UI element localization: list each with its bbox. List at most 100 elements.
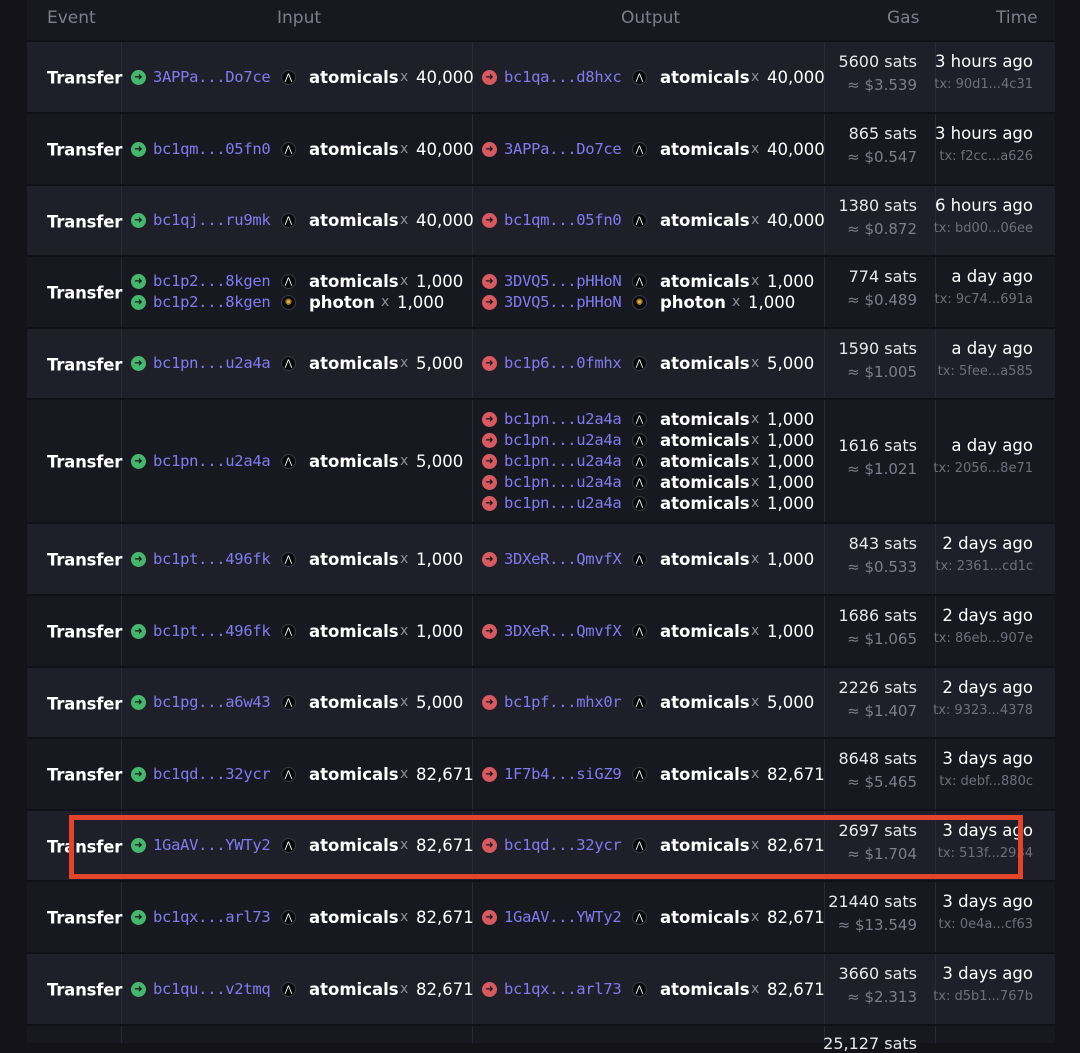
token-name[interactable]: photon <box>660 293 726 312</box>
tx-hash-link[interactable]: tx: 2361...cd1c <box>913 559 1033 574</box>
address-link[interactable]: 3DXeR...QmvfX <box>504 550 622 568</box>
event-type: Transfer <box>47 355 123 374</box>
address-link[interactable]: bc1qm...05fn0 <box>504 211 622 229</box>
address-link[interactable]: bc1qm...05fn0 <box>153 140 271 158</box>
gas-sats: 8648 sats <box>838 749 917 768</box>
tx-hash-link[interactable]: tx: d5b1...767b <box>913 989 1033 1004</box>
token-name[interactable]: atomicals <box>660 211 750 230</box>
token-name[interactable]: atomicals <box>660 494 750 513</box>
table-row[interactable]: Transfer ➜ bc1qx...arl73 ⋀ atomicals x 82,671 ➜… <box>27 880 1055 954</box>
gas-sats: 1686 sats <box>838 606 917 625</box>
address-link[interactable]: bc1pt...496fk <box>153 550 271 568</box>
tx-hash-link[interactable]: tx: debf...880c <box>913 774 1033 789</box>
tx-hash-link[interactable]: tx: 0e4a...cf63 <box>913 917 1033 932</box>
table-row[interactable]: Transfer ➜ bc1qj...ru9mk ⋀ atomicals x 40,000 ➜… <box>27 184 1055 257</box>
table-row[interactable]: Transfer ➜ bc1pt...496fk ⋀ atomicals x 1,000 ➜ 3… <box>27 522 1055 596</box>
table-row[interactable]: Transfer ➜ bc1qu...v2tmq ⋀ atomicals x 82,671 ➜… <box>27 952 1055 1026</box>
address-link[interactable]: bc1qx...arl73 <box>153 908 271 926</box>
address-link[interactable]: bc1qj...ru9mk <box>153 211 271 229</box>
table-row[interactable]: Transfer ➜ bc1qd...32ycr ⋀ atomicals x 82,671 ➜… <box>27 737 1055 811</box>
atomicals-logo-icon: ⋀ <box>281 982 296 997</box>
token-name[interactable]: atomicals <box>309 693 399 712</box>
multiplier-x: x <box>751 141 760 157</box>
token-name[interactable]: atomicals <box>309 550 399 569</box>
address-link[interactable]: bc1qd...32ycr <box>153 765 271 783</box>
column-divider <box>935 1026 936 1043</box>
address-link[interactable]: 3DVQ5...pHHoN <box>504 272 622 290</box>
token-name[interactable]: atomicals <box>660 410 750 429</box>
address-link[interactable]: 3APPa...Do7ce <box>153 68 271 86</box>
token-name[interactable]: atomicals <box>660 431 750 450</box>
atomicals-logo-icon: ⋀ <box>281 274 296 289</box>
address-link[interactable]: bc1pn...u2a4a <box>504 431 622 449</box>
address-link[interactable]: bc1p2...8kgen <box>153 272 271 290</box>
tx-hash-link[interactable]: tx: 5fee...a585 <box>913 364 1033 379</box>
address-link[interactable]: bc1pg...a6w43 <box>153 693 271 711</box>
gas-sats: 1590 sats <box>838 339 917 358</box>
tx-hash-link[interactable]: tx: f2cc...a626 <box>913 149 1033 164</box>
address-link[interactable]: 3DVQ5...pHHoN <box>504 293 622 311</box>
address-link[interactable]: bc1p6...0fmhx <box>504 354 622 372</box>
token-name[interactable]: atomicals <box>309 68 399 87</box>
token-name[interactable]: atomicals <box>660 354 750 373</box>
address-link[interactable]: bc1qu...v2tmq <box>153 980 271 998</box>
token-name[interactable]: atomicals <box>660 622 750 641</box>
table-row[interactable]: Transfer ➜ bc1pn...u2a4a ⋀ atomicals x 5,000 ➜ b… <box>27 398 1055 524</box>
token-name[interactable]: photon <box>309 293 375 312</box>
token-name[interactable]: atomicals <box>660 550 750 569</box>
token-name[interactable]: atomicals <box>660 140 750 159</box>
token-name[interactable]: atomicals <box>660 452 750 471</box>
token-name[interactable]: atomicals <box>309 211 399 230</box>
token-name[interactable]: atomicals <box>309 140 399 159</box>
table-row[interactable]: Transfer ➜ 3APPa...Do7ce ⋀ atomicals x 40,000 ➜… <box>27 40 1055 114</box>
token-name[interactable]: atomicals <box>660 765 750 784</box>
token-name[interactable]: atomicals <box>309 622 399 641</box>
address-link[interactable]: bc1pn...u2a4a <box>504 452 622 470</box>
address-link[interactable]: bc1pn...u2a4a <box>504 473 622 491</box>
token-name[interactable]: atomicals <box>309 354 399 373</box>
token-name[interactable]: atomicals <box>660 473 750 492</box>
table-row[interactable]: Transfer ➜ bc1pn...u2a4a ⋀ atomicals x 5,000 ➜ b… <box>27 327 1055 400</box>
address-link[interactable]: 1F7b4...siGZ9 <box>504 765 622 783</box>
tx-hash-link[interactable]: tx: 9323...4378 <box>913 703 1033 718</box>
address-link[interactable]: bc1pn...u2a4a <box>153 452 271 470</box>
token-name[interactable]: atomicals <box>309 908 399 927</box>
header-event: Event <box>47 8 96 28</box>
table-row[interactable]: Transfer ➜ bc1p2...8kgen ⋀ atomicals x 1,000 ➜ b… <box>27 255 1055 329</box>
token-name[interactable]: atomicals <box>660 693 750 712</box>
tx-hash-link[interactable]: tx: 86eb...907e <box>913 631 1033 646</box>
token-amount: 82,671 <box>416 908 474 927</box>
token-name[interactable]: atomicals <box>309 980 399 999</box>
multiplier-x: x <box>751 453 760 469</box>
out-item: ➜ bc1qm...05fn0 ⋀ atomicals x 40,000 <box>482 211 827 231</box>
address-link[interactable]: bc1qa...d8hxc <box>504 68 622 86</box>
gas-sats: 843 sats <box>848 534 917 553</box>
address-link[interactable]: bc1qx...arl73 <box>504 980 622 998</box>
event-type: Transfer <box>47 980 123 1000</box>
address-link[interactable]: bc1pn...u2a4a <box>504 410 622 428</box>
table-row[interactable]: Transfer ➜ bc1qm...05fn0 ⋀ atomicals x 40,000 ➜… <box>27 112 1055 186</box>
address-link[interactable]: 3APPa...Do7ce <box>504 140 622 158</box>
tx-hash-link[interactable]: tx: 90d1...4c31 <box>913 77 1033 92</box>
address-link[interactable]: bc1pt...496fk <box>153 622 271 640</box>
token-name[interactable]: atomicals <box>660 68 750 87</box>
tx-hash-link[interactable]: tx: bd00...06ee <box>913 221 1033 236</box>
address-link[interactable]: bc1pn...u2a4a <box>504 494 622 512</box>
address-link[interactable]: 1GaAV...YWTy2 <box>504 908 622 926</box>
token-name[interactable]: atomicals <box>660 272 750 291</box>
address-link[interactable]: 3DXeR...QmvfX <box>504 622 622 640</box>
table-row[interactable]: Transfer ➜ bc1pg...a6w43 ⋀ atomicals x 5,000 ➜ b… <box>27 666 1055 739</box>
token-name[interactable]: atomicals <box>309 272 399 291</box>
address-link[interactable]: bc1pn...u2a4a <box>153 354 271 372</box>
token-name[interactable]: atomicals <box>309 765 399 784</box>
address-link[interactable]: bc1pf...mhx0r <box>504 693 622 711</box>
token-name[interactable]: atomicals <box>660 980 750 999</box>
token-amount: 5,000 <box>416 452 464 471</box>
table-row[interactable]: Transfer ➜ bc1pt...496fk ⋀ atomicals x 1,000 ➜ 3… <box>27 594 1055 668</box>
token-name[interactable]: atomicals <box>660 908 750 927</box>
tx-hash-link[interactable]: tx: 9c74...691a <box>913 292 1033 307</box>
address-link[interactable]: bc1p2...8kgen <box>153 293 271 311</box>
tx-hash-link[interactable]: tx: 2056...8e71 <box>913 461 1033 476</box>
token-name[interactable]: atomicals <box>309 452 399 471</box>
table-row[interactable]: 25,127 sats <box>27 1024 1055 1053</box>
